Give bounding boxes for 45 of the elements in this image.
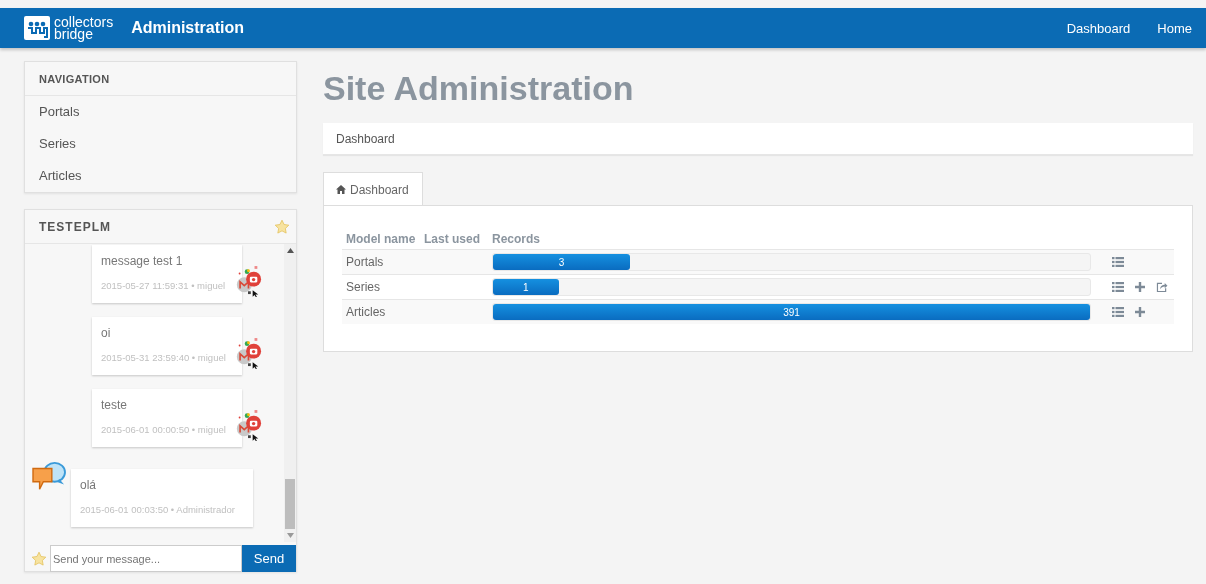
logo-text: collectors bbox=[54, 16, 114, 28]
panel-title: TESTEPLM bbox=[39, 219, 112, 234]
panel-title: NAVIGATION bbox=[39, 72, 111, 85]
logo-icon bbox=[24, 16, 50, 40]
breadcrumb-item[interactable]: Dashboard bbox=[336, 131, 395, 146]
page-title: Site Administration bbox=[323, 69, 635, 109]
message-meta: 2015-05-31 23:59:40 • miguel bbox=[101, 352, 227, 363]
scroll-down-icon[interactable] bbox=[286, 533, 294, 538]
star-icon[interactable] bbox=[274, 218, 290, 235]
logo-text: bridge bbox=[54, 28, 93, 40]
list-icon[interactable] bbox=[1112, 307, 1124, 317]
nav-link[interactable]: Home bbox=[1157, 20, 1192, 36]
records-count: 391 bbox=[783, 306, 800, 318]
tab[interactable]: Dashboard bbox=[323, 172, 423, 206]
table-cell: Articles bbox=[342, 299, 420, 324]
scrollbar[interactable] bbox=[284, 244, 296, 542]
sidebar-item[interactable]: Series bbox=[25, 128, 296, 160]
list-icon[interactable] bbox=[1112, 282, 1124, 292]
records-count: 3 bbox=[558, 256, 565, 268]
message-input[interactable]: Send your message... bbox=[50, 545, 242, 572]
list-icon[interactable] bbox=[1112, 257, 1124, 267]
plus-icon[interactable] bbox=[1134, 307, 1146, 317]
plus-icon[interactable] bbox=[1134, 282, 1146, 292]
column-header: Records bbox=[492, 231, 541, 246]
sidebar-item[interactable]: Portals bbox=[25, 96, 296, 128]
scroll-up-icon[interactable] bbox=[286, 248, 294, 253]
star-icon[interactable] bbox=[31, 550, 47, 567]
scroll-thumb[interactable] bbox=[285, 479, 295, 529]
message-text: message test 1 bbox=[101, 254, 184, 268]
message-text: teste bbox=[101, 398, 128, 412]
records-count: 1 bbox=[523, 281, 529, 293]
message-text: oi bbox=[101, 326, 112, 340]
sidebar-item[interactable]: Articles bbox=[25, 160, 296, 192]
message-meta: 2015-05-27 11:59:31 • miguel bbox=[101, 280, 227, 291]
nav-link[interactable]: Dashboard bbox=[1066, 20, 1131, 36]
column-header: Model name bbox=[346, 231, 416, 246]
share-icon[interactable] bbox=[1156, 282, 1168, 292]
app-title[interactable]: Administration bbox=[131, 19, 245, 37]
message-text: olá bbox=[80, 478, 97, 492]
send-button[interactable]: Send bbox=[242, 545, 296, 572]
table-cell: Portals bbox=[342, 249, 420, 275]
message-meta: 2015-06-01 00:03:50 • Administrador bbox=[80, 504, 236, 515]
message-meta: 2015-06-01 00:00:50 • miguel bbox=[101, 424, 227, 435]
column-header: Last used bbox=[424, 231, 480, 246]
home-icon bbox=[336, 185, 346, 194]
